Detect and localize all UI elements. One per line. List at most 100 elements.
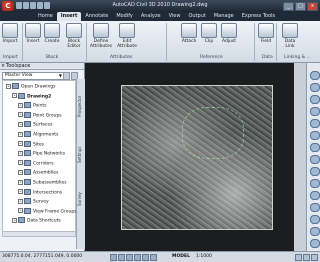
nav-tool-icon[interactable] bbox=[310, 239, 320, 248]
lock-icon[interactable] bbox=[303, 254, 310, 261]
expand-icon[interactable]: + bbox=[18, 131, 23, 137]
create-block-button[interactable]: Create bbox=[43, 23, 61, 44]
palette-header[interactable]: × Toolspace bbox=[0, 63, 84, 70]
tree-item-label: Data Shortcuts bbox=[27, 218, 61, 224]
tab-manage[interactable]: Manage bbox=[210, 12, 238, 21]
tab-prospector[interactable]: Prospector bbox=[77, 81, 85, 131]
tree-item-label: Pipe Networks bbox=[33, 151, 66, 157]
nav-tool-icon[interactable] bbox=[310, 131, 320, 140]
expand-icon[interactable]: + bbox=[12, 217, 17, 223]
workspace-icon[interactable] bbox=[295, 254, 302, 261]
nav-tool-icon[interactable] bbox=[310, 227, 320, 236]
refresh-icon[interactable] bbox=[63, 72, 70, 80]
edit-attribute-button[interactable]: Edit Attribute bbox=[114, 23, 140, 49]
tree-scrollbar[interactable] bbox=[2, 231, 76, 237]
adjust-button[interactable]: Adjust bbox=[220, 23, 238, 44]
nav-tool-icon[interactable] bbox=[310, 155, 320, 164]
tree-node-icon bbox=[24, 102, 31, 109]
tree-item[interactable]: + Intersections bbox=[18, 188, 62, 195]
nav-tool-icon[interactable] bbox=[310, 203, 320, 212]
tree-item-label: Corridors bbox=[33, 161, 54, 167]
tree-item[interactable]: + Drawing2 bbox=[12, 92, 52, 100]
tree-item[interactable]: + Pipe Networks bbox=[18, 150, 65, 157]
expand-icon[interactable]: + bbox=[18, 102, 23, 108]
nav-tool-icon[interactable] bbox=[310, 167, 320, 176]
expand-icon[interactable]: + bbox=[18, 112, 23, 118]
tree-item[interactable]: + Corridors bbox=[18, 159, 54, 167]
polar-toggle-icon[interactable] bbox=[134, 254, 141, 261]
expand-icon[interactable]: + bbox=[18, 179, 23, 185]
tree-item[interactable]: + View Frame Groups bbox=[18, 207, 77, 214]
tree-node-icon bbox=[24, 140, 31, 147]
expand-icon[interactable]: + bbox=[6, 83, 11, 89]
expand-icon[interactable]: + bbox=[18, 189, 23, 195]
field-button[interactable]: Field bbox=[257, 23, 275, 44]
model-space-indicator[interactable]: MODEL bbox=[172, 254, 190, 259]
nav-tool-icon[interactable] bbox=[310, 143, 320, 152]
tree-item[interactable]: + Alignments bbox=[18, 131, 58, 138]
tab-analyze[interactable]: Analyze bbox=[137, 12, 165, 21]
expand-icon[interactable]: + bbox=[18, 150, 23, 156]
view-select[interactable]: Master View ▼ bbox=[2, 72, 64, 80]
expand-icon[interactable]: + bbox=[12, 93, 17, 99]
maximize-button[interactable]: □ bbox=[295, 2, 306, 11]
field-icon bbox=[258, 23, 274, 38]
minimize-button[interactable]: _ bbox=[283, 2, 294, 11]
expand-icon[interactable]: + bbox=[18, 160, 23, 166]
expand-icon[interactable]: + bbox=[18, 169, 23, 175]
expand-icon[interactable]: + bbox=[18, 198, 23, 204]
tree-item[interactable]: + Subassemblies bbox=[18, 179, 67, 186]
tab-home[interactable]: Home bbox=[34, 12, 57, 21]
attach-button[interactable]: Attach bbox=[180, 23, 198, 44]
tree-item[interactable]: + Data Shortcuts bbox=[12, 217, 61, 224]
tree-node-icon bbox=[12, 83, 19, 89]
nav-tool-icon[interactable] bbox=[310, 179, 320, 188]
tree-item[interactable]: + Point Groups bbox=[18, 111, 62, 118]
nav-tool-icon[interactable] bbox=[310, 107, 320, 116]
tab-output[interactable]: Output bbox=[184, 12, 209, 21]
block-editor-button[interactable]: Block Editor bbox=[62, 23, 86, 49]
snap-toggle-icon[interactable] bbox=[110, 254, 117, 261]
clip-button[interactable]: Clip bbox=[200, 23, 218, 44]
nav-tool-icon[interactable] bbox=[310, 215, 320, 224]
osnap-toggle-icon[interactable] bbox=[142, 254, 149, 261]
import-button[interactable]: Import bbox=[1, 23, 19, 44]
tab-settings[interactable]: Settings bbox=[77, 135, 85, 175]
nav-tool-icon[interactable] bbox=[310, 83, 320, 92]
block-editor-icon bbox=[66, 23, 82, 38]
tree-item[interactable]: + Open Drawings bbox=[6, 83, 56, 90]
tab-annotate[interactable]: Annotate bbox=[81, 12, 112, 21]
tree-item[interactable]: + Survey bbox=[18, 198, 49, 205]
tree-item-label: Drawing2 bbox=[27, 94, 52, 100]
close-button[interactable]: x bbox=[307, 2, 318, 11]
tree-item[interactable]: + Sites bbox=[18, 140, 44, 147]
define-attributes-button[interactable]: Define Attributes bbox=[88, 23, 114, 49]
ortho-toggle-icon[interactable] bbox=[126, 254, 133, 261]
tab-view[interactable]: View bbox=[165, 12, 185, 21]
panel-divider bbox=[166, 23, 167, 61]
annotation-scale[interactable]: 1:1000 bbox=[196, 254, 212, 259]
tab-modify[interactable]: Modify bbox=[112, 12, 137, 21]
otrack-toggle-icon[interactable] bbox=[150, 254, 157, 261]
tab-express-tools[interactable]: Express Tools bbox=[238, 12, 279, 21]
expand-icon[interactable]: + bbox=[18, 121, 23, 127]
tree-item[interactable]: + Surfaces bbox=[18, 121, 53, 128]
expand-icon[interactable]: + bbox=[18, 141, 23, 147]
nav-tool-icon[interactable] bbox=[310, 119, 320, 128]
tree-item-label: Assemblies bbox=[33, 170, 59, 176]
data-link-button[interactable]: Data Link bbox=[280, 23, 300, 49]
nav-tool-icon[interactable] bbox=[310, 95, 320, 104]
grid-toggle-icon[interactable] bbox=[118, 254, 125, 261]
aerial-image[interactable] bbox=[121, 85, 273, 230]
nav-tool-icon[interactable] bbox=[310, 71, 320, 80]
close-icon[interactable]: × bbox=[1, 63, 5, 69]
tab-survey[interactable]: Survey bbox=[77, 179, 85, 219]
tree-item[interactable]: + Assemblies bbox=[18, 169, 58, 176]
expand-icon[interactable]: + bbox=[18, 208, 23, 214]
tree-item[interactable]: + Points bbox=[18, 102, 47, 109]
insert-block-button[interactable]: Insert bbox=[24, 23, 42, 44]
nav-tool-icon[interactable] bbox=[310, 191, 320, 200]
clean-screen-icon[interactable] bbox=[311, 254, 318, 261]
tab-insert[interactable]: Insert bbox=[56, 12, 82, 21]
prospector-tree: + Open Drawings + Drawing2 + Points + Point Gro… bbox=[2, 80, 77, 232]
